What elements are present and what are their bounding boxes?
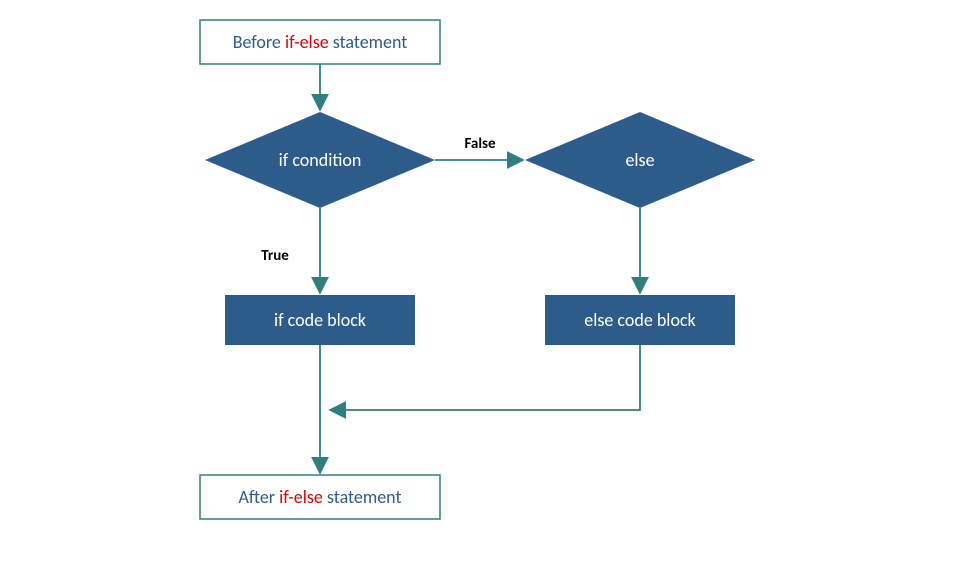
- node-if-block-label: if code block: [274, 309, 366, 331]
- after-pre: After: [239, 486, 280, 508]
- edge-elseblock-merge: [330, 345, 640, 410]
- flowchart: Before if-else statement if condition Fa…: [0, 0, 954, 566]
- node-after-label: After if-else statement: [239, 486, 402, 508]
- node-else-block-label: else code block: [584, 309, 695, 331]
- edge-false-label: False: [464, 135, 496, 153]
- edge-true-label: True: [261, 247, 289, 265]
- before-pre: Before: [233, 31, 285, 53]
- before-kw: if-else: [285, 31, 329, 53]
- after-kw: if-else: [279, 486, 323, 508]
- before-post: statement: [329, 31, 408, 53]
- node-if-condition-label: if condition: [279, 149, 362, 171]
- node-before-label: Before if-else statement: [233, 31, 408, 53]
- after-post: statement: [323, 486, 402, 508]
- node-else-label: else: [625, 149, 654, 171]
